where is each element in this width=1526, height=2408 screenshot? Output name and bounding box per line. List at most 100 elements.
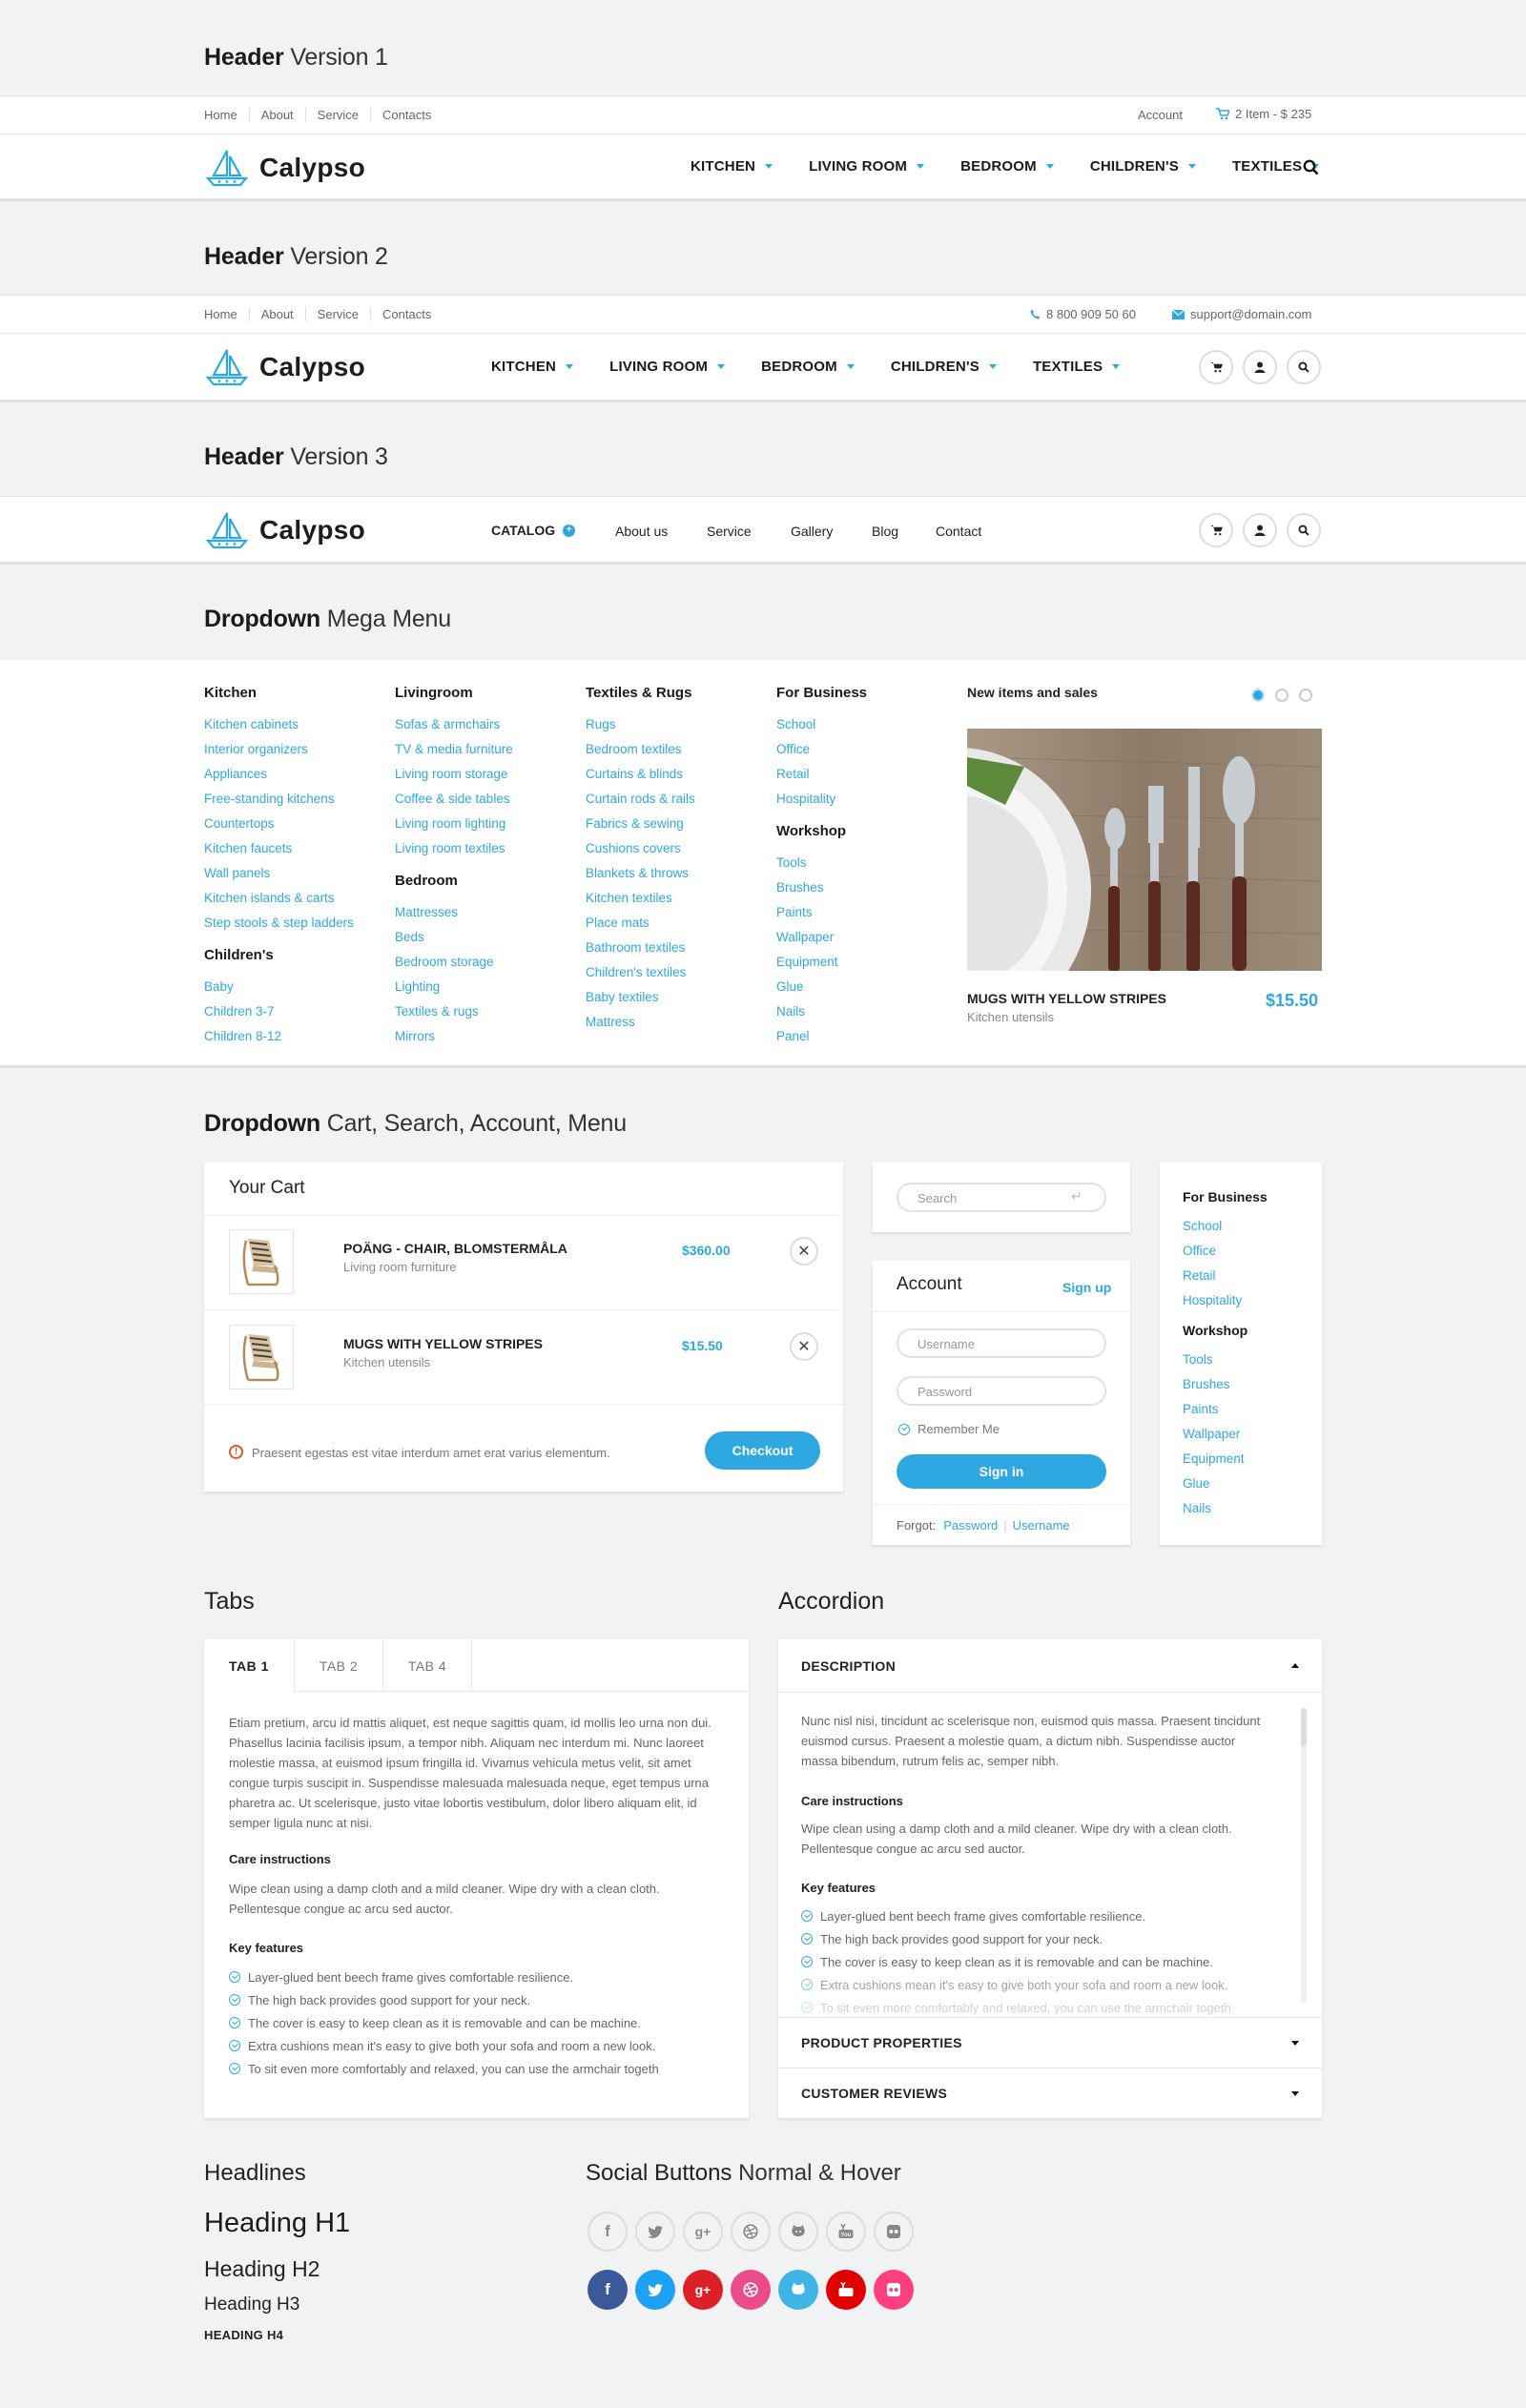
mega-link[interactable]: Equipment bbox=[776, 950, 867, 975]
forgot-username-link[interactable]: Username bbox=[1013, 1518, 1070, 1533]
cart-item-thumbnail[interactable] bbox=[229, 1229, 294, 1294]
mega-link[interactable]: Living room textiles bbox=[395, 836, 513, 861]
menu-link[interactable]: Retail bbox=[1183, 1264, 1268, 1288]
nav-kitchen[interactable]: KITCHEN bbox=[491, 359, 574, 375]
mega-link[interactable]: Kitchen textiles bbox=[586, 886, 695, 911]
mega-link[interactable]: Hospitality bbox=[776, 787, 867, 812]
twitter-button-hover[interactable] bbox=[635, 2270, 675, 2310]
nav-kitchen[interactable]: KITCHEN bbox=[691, 158, 773, 175]
logo[interactable]: Calypso bbox=[204, 509, 365, 551]
mega-link[interactable]: Brushes bbox=[776, 875, 867, 900]
signup-link[interactable]: Sign up bbox=[1062, 1280, 1111, 1295]
mega-link[interactable]: Office bbox=[776, 737, 867, 762]
carousel-dot-1[interactable] bbox=[1251, 689, 1265, 702]
mega-link[interactable]: Mirrors bbox=[395, 1024, 513, 1049]
youtube-button[interactable]: You bbox=[826, 2212, 866, 2252]
search-button[interactable] bbox=[1287, 350, 1321, 384]
mega-link[interactable]: School bbox=[776, 712, 867, 737]
cart-item-thumbnail[interactable] bbox=[229, 1325, 294, 1389]
logo[interactable]: Calypso bbox=[204, 346, 365, 388]
mega-link[interactable]: Kitchen cabinets bbox=[204, 712, 354, 737]
cart-item-name[interactable]: MUGS WITH YELLOW STRIPES bbox=[343, 1336, 543, 1351]
menu-link[interactable]: Glue bbox=[1183, 1472, 1268, 1496]
mega-link[interactable]: Mattresses bbox=[395, 900, 513, 925]
carousel-dot-2[interactable] bbox=[1275, 689, 1289, 702]
menu-link[interactable]: Brushes bbox=[1183, 1372, 1268, 1397]
top-link-about[interactable]: About bbox=[248, 108, 305, 122]
remove-item-button[interactable]: ✕ bbox=[790, 1237, 818, 1266]
mega-link[interactable]: Countertops bbox=[204, 812, 354, 836]
forgot-password-link[interactable]: Password bbox=[943, 1518, 998, 1533]
mega-link[interactable]: Wallpaper bbox=[776, 925, 867, 950]
nav-service[interactable]: Service bbox=[707, 524, 752, 539]
mega-link[interactable]: Lighting bbox=[395, 975, 513, 999]
mega-link[interactable]: Coffee & side tables bbox=[395, 787, 513, 812]
mega-link[interactable]: Rugs bbox=[586, 712, 695, 737]
accordion-header-description[interactable]: DESCRIPTION bbox=[778, 1639, 1322, 1693]
mega-link[interactable]: Appliances bbox=[204, 762, 354, 787]
mega-link[interactable]: Living room storage bbox=[395, 762, 513, 787]
flickr-button-hover[interactable] bbox=[874, 2270, 914, 2310]
mega-link[interactable]: Bedroom textiles bbox=[586, 737, 695, 762]
github-button-hover[interactable] bbox=[778, 2270, 818, 2310]
google-plus-button[interactable]: g+ bbox=[683, 2212, 723, 2252]
tab-1[interactable]: TAB 1 bbox=[204, 1639, 295, 1693]
search-icon[interactable] bbox=[1303, 159, 1319, 175]
mega-link[interactable]: Retail bbox=[776, 762, 867, 787]
username-input[interactable]: Username bbox=[897, 1328, 1106, 1358]
mega-link[interactable]: Glue bbox=[776, 975, 867, 999]
menu-link[interactable]: Wallpaper bbox=[1183, 1422, 1268, 1447]
account-button[interactable] bbox=[1243, 513, 1277, 547]
remove-item-button[interactable]: ✕ bbox=[790, 1332, 818, 1361]
search-button[interactable] bbox=[1287, 513, 1321, 547]
mega-link[interactable]: Place mats bbox=[586, 911, 695, 936]
menu-link[interactable]: Nails bbox=[1183, 1496, 1268, 1521]
mega-link[interactable]: Kitchen islands & carts bbox=[204, 886, 354, 911]
top-link-service[interactable]: Service bbox=[304, 108, 370, 122]
account-button[interactable] bbox=[1243, 350, 1277, 384]
remember-me-checkbox[interactable]: Remember Me bbox=[898, 1422, 1000, 1436]
mega-link[interactable]: Curtains & blinds bbox=[586, 762, 695, 787]
mega-link[interactable]: Interior organizers bbox=[204, 737, 354, 762]
scrollbar-track[interactable] bbox=[1301, 1708, 1307, 2004]
account-link[interactable]: Account bbox=[1138, 108, 1183, 122]
tab-2[interactable]: TAB 2 bbox=[295, 1639, 383, 1692]
top-link-contacts[interactable]: Contacts bbox=[370, 307, 443, 321]
nav-childrens[interactable]: CHILDREN'S bbox=[891, 359, 997, 375]
mega-link[interactable]: Baby textiles bbox=[586, 985, 695, 1010]
accordion-header-reviews[interactable]: CUSTOMER REVIEWS bbox=[778, 2068, 1322, 2118]
nav-contact[interactable]: Contact bbox=[936, 524, 981, 539]
password-input[interactable]: Password bbox=[897, 1376, 1106, 1406]
logo[interactable]: Calypso bbox=[204, 147, 365, 189]
mega-link[interactable]: Kitchen faucets bbox=[204, 836, 354, 861]
catalog-menu[interactable]: CATALOG + bbox=[491, 523, 576, 538]
nav-childrens[interactable]: CHILDREN'S bbox=[1090, 158, 1196, 175]
facebook-button-hover[interactable]: f bbox=[588, 2270, 628, 2310]
mega-link[interactable]: Baby bbox=[204, 975, 354, 999]
mega-link[interactable]: Tools bbox=[776, 851, 867, 875]
mega-link[interactable]: Cushions covers bbox=[586, 836, 695, 861]
nav-about-us[interactable]: About us bbox=[615, 524, 668, 539]
nav-living-room[interactable]: LIVING ROOM bbox=[609, 359, 726, 375]
github-button[interactable] bbox=[778, 2212, 818, 2252]
mega-link[interactable]: Sofas & armchairs bbox=[395, 712, 513, 737]
top-link-about[interactable]: About bbox=[248, 307, 305, 321]
mega-link[interactable]: Children 8-12 bbox=[204, 1024, 354, 1049]
youtube-button-hover[interactable] bbox=[826, 2270, 866, 2310]
mega-link[interactable]: Fabrics & sewing bbox=[586, 812, 695, 836]
nav-living-room[interactable]: LIVING ROOM bbox=[809, 158, 925, 175]
mega-link[interactable]: Children 3-7 bbox=[204, 999, 354, 1024]
mega-link[interactable]: Beds bbox=[395, 925, 513, 950]
email-contact[interactable]: support@domain.com bbox=[1172, 307, 1311, 321]
twitter-button[interactable] bbox=[635, 2212, 675, 2252]
product-image-cutlery[interactable] bbox=[967, 729, 1322, 971]
mega-link[interactable]: Children's textiles bbox=[586, 960, 695, 985]
menu-link[interactable]: School bbox=[1183, 1214, 1268, 1239]
mega-link[interactable]: Living room lighting bbox=[395, 812, 513, 836]
mega-link[interactable]: Wall panels bbox=[204, 861, 354, 886]
mega-link[interactable]: Nails bbox=[776, 999, 867, 1024]
menu-link[interactable]: Hospitality bbox=[1183, 1288, 1268, 1313]
menu-link[interactable]: Paints bbox=[1183, 1397, 1268, 1422]
facebook-button[interactable]: f bbox=[588, 2212, 628, 2252]
cart-button[interactable] bbox=[1199, 513, 1233, 547]
